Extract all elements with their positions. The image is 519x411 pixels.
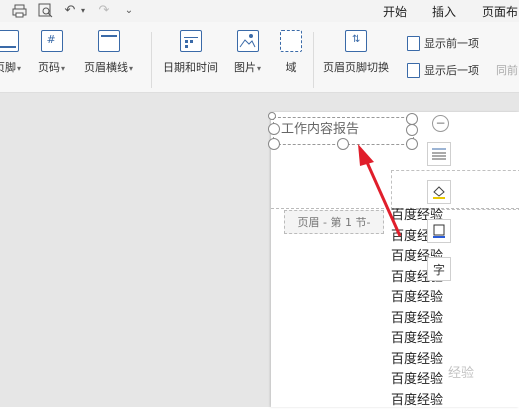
annotation-arrow bbox=[358, 144, 402, 237]
